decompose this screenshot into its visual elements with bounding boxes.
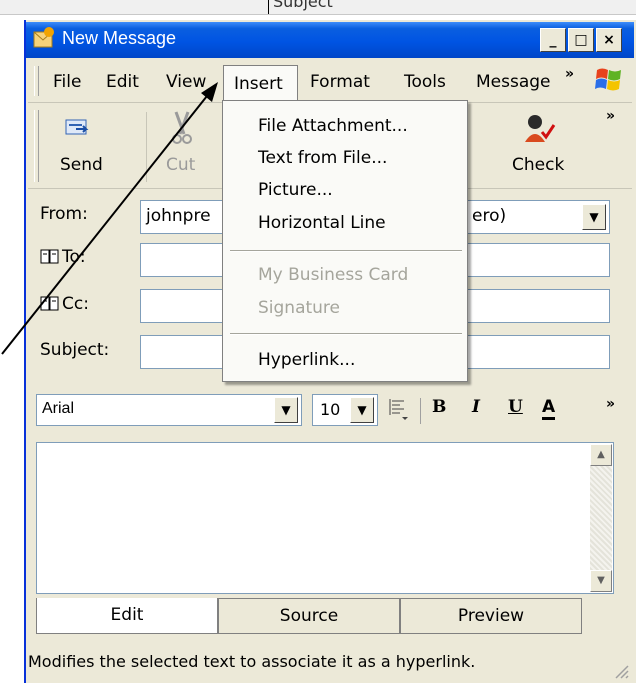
- minimize-button[interactable]: _: [540, 28, 566, 52]
- scroll-down-button[interactable]: ▼: [590, 570, 612, 592]
- from-label: From:: [40, 204, 88, 224]
- from-value: johnpre: [146, 206, 211, 226]
- toolbar-overflow-chevron[interactable]: »: [606, 108, 615, 124]
- from-dropdown-button[interactable]: ▼: [582, 204, 606, 230]
- new-message-icon: [33, 27, 54, 48]
- italic-button[interactable]: I: [472, 397, 480, 417]
- maximize-button[interactable]: □: [568, 28, 594, 52]
- to-label[interactable]: To:: [62, 247, 86, 267]
- menu-format[interactable]: Format: [310, 72, 370, 92]
- message-body-editor[interactable]: [36, 442, 614, 594]
- from-value-tail: ero): [472, 206, 507, 226]
- menu-item-horizontal-line[interactable]: Horizontal Line: [258, 213, 386, 233]
- menu-item-file-attachment[interactable]: File Attachment...: [258, 116, 408, 136]
- menu-item-text-from-file[interactable]: Text from File...: [258, 148, 387, 168]
- toolbar-grip[interactable]: [34, 110, 39, 182]
- insert-dropdown-menu: [222, 100, 468, 382]
- scroll-up-button[interactable]: ▲: [590, 444, 612, 466]
- menu-item-hyperlink[interactable]: Hyperlink...: [258, 350, 355, 370]
- check-names-icon: [525, 115, 556, 142]
- background-subject-label: Subject: [273, 0, 333, 11]
- menu-file[interactable]: File: [53, 72, 81, 92]
- menu-separator: [230, 333, 462, 335]
- format-divider: [420, 398, 421, 424]
- menu-insert[interactable]: Insert: [234, 74, 283, 94]
- toolbar-divider: [146, 112, 147, 182]
- subject-label: Subject:: [40, 340, 110, 360]
- address-book-icon[interactable]: [40, 295, 60, 313]
- window-title: New Message: [62, 28, 177, 48]
- menu-item-picture[interactable]: Picture...: [258, 180, 333, 200]
- font-size-dropdown-button[interactable]: ▼: [350, 397, 374, 423]
- status-text: Modifies the selected text to associate …: [28, 652, 476, 671]
- check-label[interactable]: Check: [512, 155, 564, 175]
- address-book-icon[interactable]: [40, 248, 60, 266]
- close-button[interactable]: ×: [596, 28, 622, 52]
- tab-preview[interactable]: Preview: [400, 598, 582, 634]
- scissors-icon: [172, 111, 192, 144]
- menu-tools[interactable]: Tools: [404, 72, 446, 92]
- menu-item-signature: Signature: [258, 298, 341, 318]
- cut-label[interactable]: Cut: [166, 155, 195, 175]
- menubar-grip[interactable]: [34, 66, 39, 96]
- tab-source[interactable]: Source: [218, 598, 400, 634]
- send-icon: [65, 119, 89, 135]
- cc-label[interactable]: Cc:: [62, 294, 89, 314]
- menu-view[interactable]: View: [166, 72, 206, 92]
- windows-logo-icon: [595, 68, 621, 91]
- underline-button[interactable]: U: [508, 397, 523, 417]
- font-color-button[interactable]: A: [542, 397, 556, 420]
- format-overflow-chevron[interactable]: »: [606, 396, 615, 412]
- bold-button[interactable]: B: [432, 397, 446, 417]
- menubar-overflow-chevron[interactable]: »: [565, 66, 574, 82]
- menu-item-my-business-card: My Business Card: [258, 265, 409, 285]
- font-value: Arial: [42, 400, 75, 417]
- font-dropdown[interactable]: [36, 394, 302, 426]
- menu-edit[interactable]: Edit: [106, 72, 139, 92]
- menu-separator: [230, 250, 462, 252]
- tab-edit[interactable]: Edit: [36, 598, 218, 634]
- menu-message[interactable]: Message: [476, 72, 552, 92]
- paragraph-style-icon[interactable]: [388, 396, 412, 422]
- send-label[interactable]: Send: [60, 155, 103, 175]
- font-size-value: 10: [320, 400, 341, 419]
- resize-grip-icon[interactable]: [612, 662, 630, 680]
- font-dropdown-button[interactable]: ▼: [274, 397, 298, 423]
- background-divider: [268, 0, 269, 14]
